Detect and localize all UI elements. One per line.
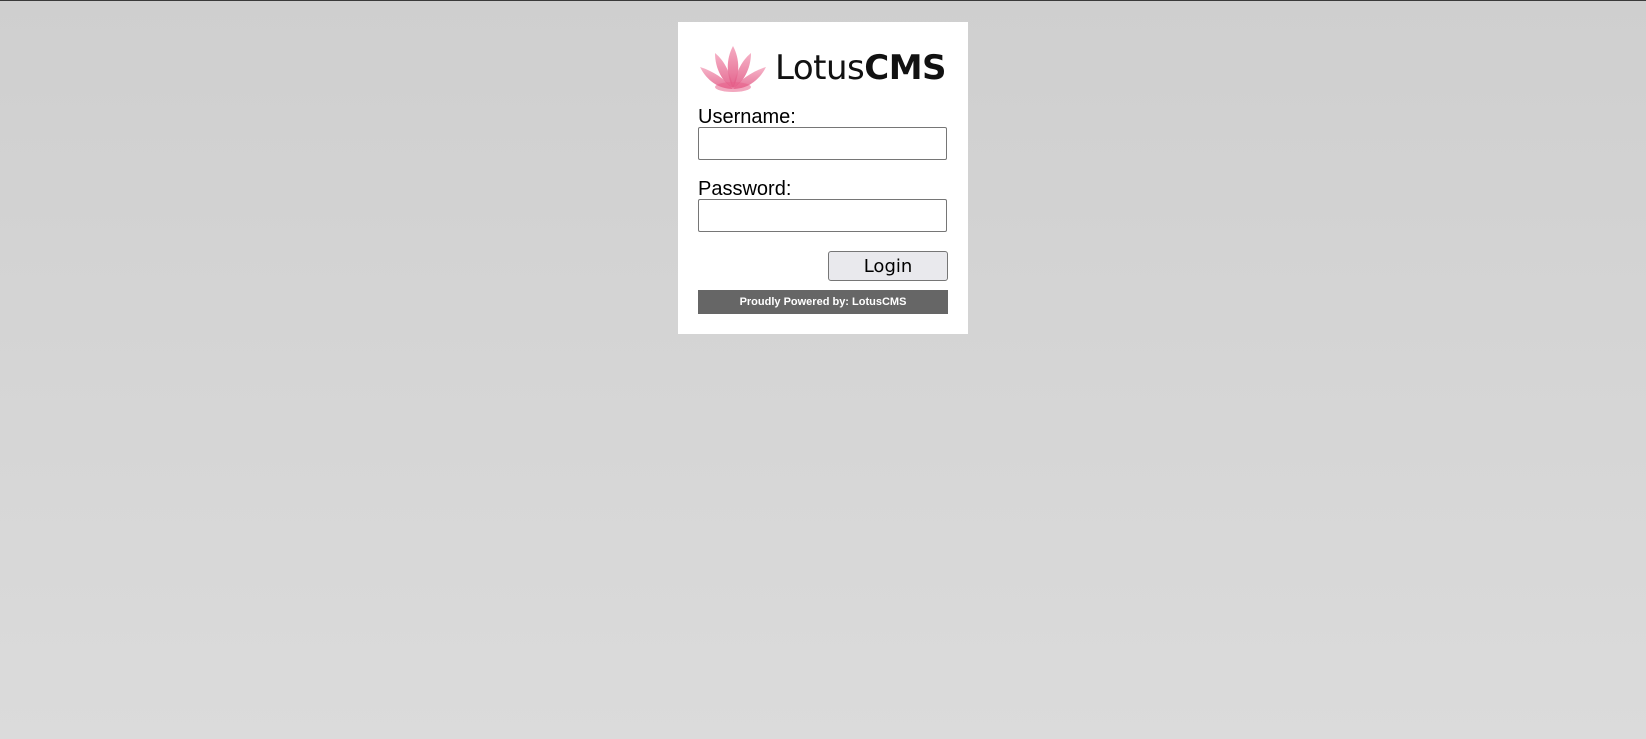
login-button[interactable]: Login (828, 251, 948, 281)
username-input[interactable] (698, 127, 947, 160)
logo-text-light: Lotus (775, 48, 865, 88)
logo-text-bold: CMS (864, 48, 947, 88)
logo-wordmark: LotusCMS (775, 48, 947, 88)
username-label: Username: (698, 106, 796, 128)
powered-by-footer: Proudly Powered by: LotusCMS (698, 290, 948, 314)
lotuscms-logo: LotusCMS (699, 43, 947, 93)
lotus-flower-icon (700, 46, 766, 92)
password-label: Password: (698, 178, 792, 200)
password-input[interactable] (698, 199, 947, 232)
login-panel: LotusCMS Username: Password: Login Proud… (678, 22, 968, 334)
